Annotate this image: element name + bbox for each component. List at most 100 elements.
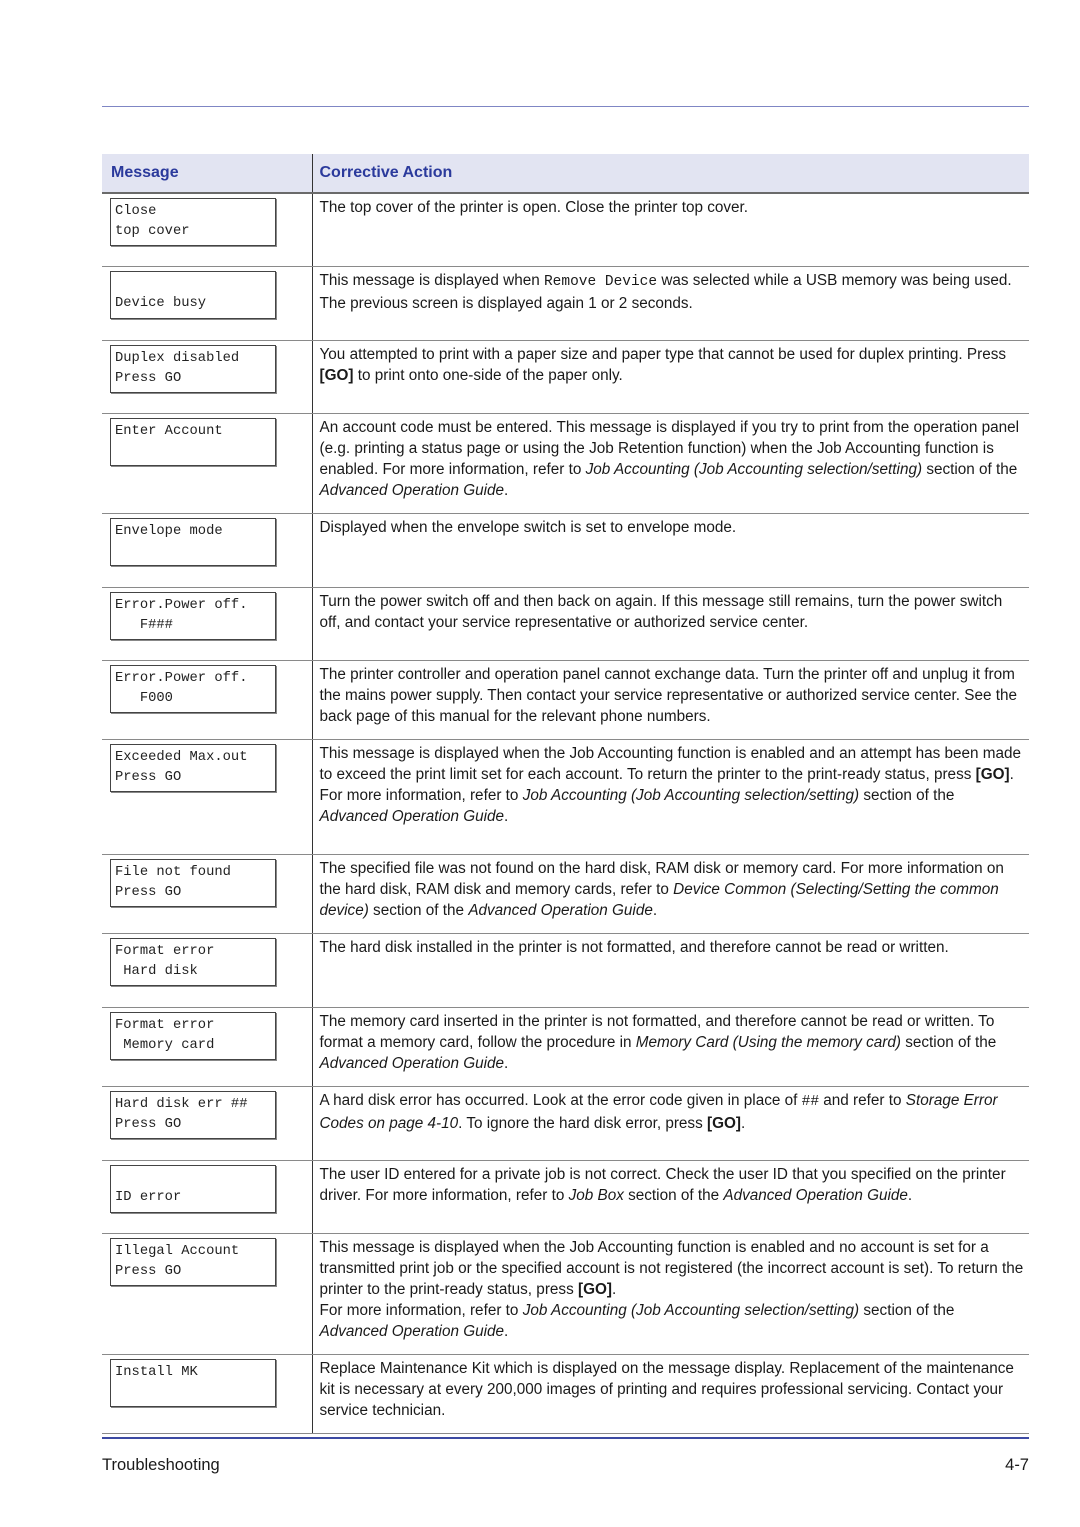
- lcd-line: Format error: [115, 943, 215, 959]
- message-cell: Format error Hard disk: [102, 933, 312, 1008]
- key-label: [GO]: [706, 1114, 741, 1132]
- text-run: The hard disk installed in the printer i…: [319, 938, 949, 956]
- text-run: A hard disk error has occurred. Look at …: [319, 1091, 802, 1109]
- message-table: Message Corrective Action Close top cover…: [102, 154, 1029, 1434]
- text-run: .: [504, 481, 509, 499]
- lcd-line: Device busy: [115, 295, 207, 311]
- doc-reference: Job Box: [568, 1186, 624, 1204]
- action-paragraph: A hard disk error has occurred. Look at …: [320, 1090, 1026, 1134]
- key-label: [GO]: [319, 366, 354, 384]
- text-run: You attempted to print with a paper size…: [319, 345, 1007, 363]
- footer-page-number: 4-7: [1005, 1456, 1029, 1474]
- lcd-message-display: Device busy: [110, 270, 276, 319]
- table-row: Hard disk err ## Press GO A hard disk erro…: [102, 1086, 1029, 1161]
- text-run: .: [652, 901, 658, 919]
- key-label: [GO]: [577, 1280, 612, 1298]
- lcd-message-display: Error.Power off. F###: [110, 591, 276, 640]
- action-paragraph: For more information, refer to Job Accou…: [320, 785, 1026, 827]
- lcd-message-display: Exceeded Max.out Press GO: [110, 743, 276, 792]
- action-paragraph: The previous screen is displayed again 1…: [320, 293, 1026, 314]
- text-run: section of the: [859, 786, 955, 804]
- text-run: . To ignore the hard disk error, press: [458, 1114, 707, 1132]
- doc-reference: Memory Card (Using the memory card): [635, 1033, 901, 1051]
- lcd-line: Hard disk: [115, 963, 198, 979]
- lcd-line: top cover: [115, 224, 190, 239]
- corrective-action-cell: The printer controller and operation pan…: [311, 660, 1029, 740]
- text-run: .: [504, 1054, 509, 1072]
- lcd-message-display: Hard disk err ## Press GO: [110, 1090, 276, 1139]
- text-run: Displayed when the envelope switch is se…: [319, 518, 737, 536]
- table-header-row: Message Corrective Action: [102, 154, 1029, 194]
- action-paragraph: Displayed when the envelope switch is se…: [320, 517, 1026, 538]
- action-paragraph: This message is displayed when the Job A…: [320, 1237, 1026, 1300]
- text-run: For more information, refer to: [319, 1301, 523, 1319]
- lcd-message-display: Format error Memory card: [110, 1011, 276, 1060]
- lcd-line: Hard disk err ##: [115, 1096, 248, 1112]
- column-header-corrective-action: Corrective Action: [311, 154, 1029, 194]
- inline-code: Remove Device: [543, 273, 658, 290]
- lcd-line: Envelope mode: [115, 523, 223, 539]
- text-run: .: [611, 1280, 617, 1298]
- message-cell: Exceeded Max.out Press GO: [102, 739, 312, 855]
- text-run: section of the: [901, 1033, 997, 1051]
- text-run: section of the: [922, 460, 1018, 478]
- lcd-line: Enter Account: [115, 423, 223, 439]
- message-cell: File not found Press GO: [102, 854, 312, 934]
- lcd-line: File not found: [115, 864, 231, 880]
- message-cell: Hard disk err ## Press GO: [102, 1086, 312, 1161]
- table-row: Device busy This message is displayed whe…: [102, 266, 1029, 341]
- corrective-action-cell: Replace Maintenance Kit which is display…: [311, 1354, 1029, 1434]
- lcd-line: F000: [115, 690, 173, 706]
- message-cell: Duplex disabled Press GO: [102, 340, 312, 414]
- doc-reference: Job Accounting (Job Accounting selection…: [522, 786, 860, 804]
- table-row: Duplex disabled Press GO You attempted to …: [102, 340, 1029, 414]
- corrective-action-cell: The specified file was not found on the …: [311, 854, 1029, 934]
- text-run: The printer controller and operation pan…: [319, 665, 1018, 725]
- lcd-message-display: ID error: [110, 1164, 276, 1213]
- text-run: to print onto one-side of the paper only…: [353, 366, 623, 384]
- doc-reference: Advanced Operation Guide: [319, 1322, 505, 1340]
- corrective-action-cell: You attempted to print with a paper size…: [311, 340, 1029, 414]
- message-cell: Enter Account: [102, 413, 312, 514]
- text-run: This message is displayed when the Job A…: [319, 1238, 1024, 1298]
- lcd-line: Press GO: [115, 1263, 182, 1279]
- doc-reference: Job Accounting (Job Accounting selection…: [585, 460, 923, 478]
- inline-code: ##: [801, 1093, 820, 1110]
- table-row: Enter Account An account code must be ent…: [102, 413, 1029, 514]
- lcd-message-display: Format error Hard disk: [110, 937, 276, 986]
- table-row: Format error Memory card The memory card …: [102, 1007, 1029, 1087]
- corrective-action-cell: This message is displayed when Remove De…: [311, 266, 1029, 341]
- lcd-line: Memory card: [115, 1037, 215, 1053]
- lcd-message-display: Illegal Account Press GO: [110, 1237, 276, 1286]
- message-cell: Install MK: [102, 1354, 312, 1434]
- message-cell: Format error Memory card: [102, 1007, 312, 1087]
- lcd-line: Error.Power off.: [115, 670, 248, 686]
- lcd-line: Install MK: [115, 1364, 198, 1380]
- message-cell: Error.Power off. F###: [102, 587, 312, 661]
- corrective-action-cell: Turn the power switch off and then back …: [311, 587, 1029, 661]
- footer-section-title: Troubleshooting: [102, 1456, 220, 1474]
- text-run: .: [504, 1322, 509, 1340]
- lcd-line: Format error: [115, 1017, 215, 1033]
- text-run: .: [740, 1114, 746, 1132]
- lcd-message-display: Install MK: [110, 1358, 276, 1407]
- table-row: Close top cover The top cover of the print…: [102, 193, 1029, 267]
- text-run: .: [907, 1186, 913, 1204]
- text-run: The top cover of the printer is open. Cl…: [319, 199, 749, 216]
- text-run: Turn the power switch off and then back …: [319, 592, 1003, 631]
- action-paragraph: Replace Maintenance Kit which is display…: [320, 1358, 1026, 1421]
- doc-reference: Advanced Operation Guide: [723, 1186, 908, 1204]
- corrective-action-cell: A hard disk error has occurred. Look at …: [311, 1086, 1029, 1161]
- lcd-line: Press GO: [115, 769, 182, 785]
- lcd-message-display: Enter Account: [110, 417, 276, 466]
- text-run: Replace Maintenance Kit which is display…: [319, 1359, 1014, 1419]
- action-paragraph: This message is displayed when the Job A…: [320, 743, 1026, 785]
- top-rule: [102, 106, 1029, 107]
- table-row: Format error Hard disk The hard disk inst…: [102, 933, 1029, 1008]
- corrective-action-cell: An account code must be entered. This me…: [311, 413, 1029, 514]
- lcd-message-display: File not found Press GO: [110, 858, 276, 907]
- corrective-action-cell: Displayed when the envelope switch is se…: [311, 513, 1029, 588]
- text-run: This message is displayed when the Job A…: [319, 744, 1022, 783]
- text-run: This message is displayed when: [319, 271, 544, 289]
- table-row: File not found Press GO The specified file…: [102, 854, 1029, 934]
